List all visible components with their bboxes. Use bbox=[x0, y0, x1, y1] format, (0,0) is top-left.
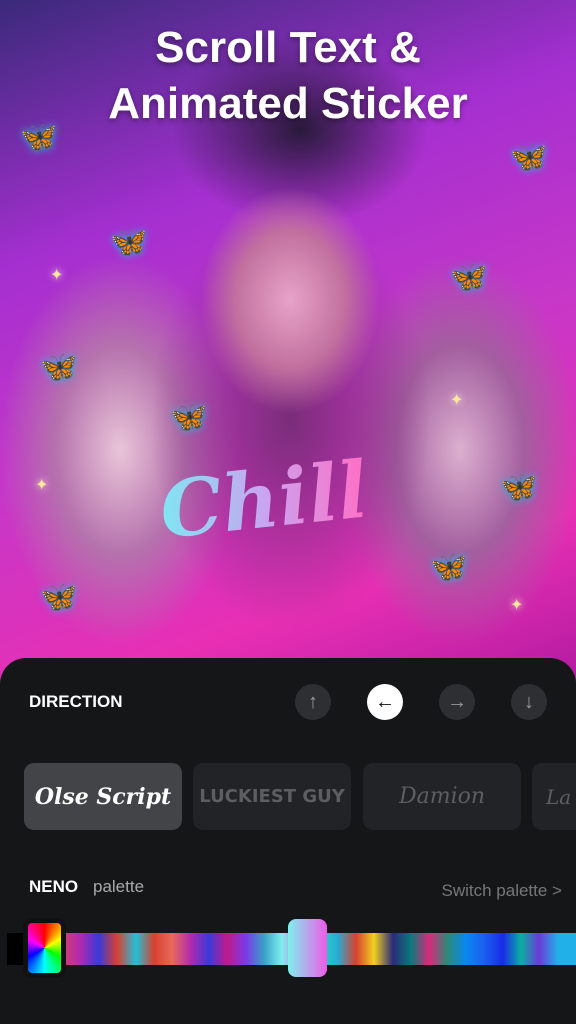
font-card-partial[interactable]: La bbox=[532, 763, 576, 830]
edit-panel: DIRECTION ↑ ← → ↓ Olse Script LUCKIEST G… bbox=[0, 658, 576, 1024]
color-swatch[interactable] bbox=[264, 933, 283, 965]
color-swatch[interactable] bbox=[117, 933, 136, 965]
color-swatch[interactable] bbox=[227, 933, 246, 965]
direction-left-button[interactable]: ← bbox=[367, 684, 403, 720]
butterfly-icon: 🦋 bbox=[510, 141, 548, 174]
sparkle-icon: ✦ bbox=[450, 392, 464, 409]
color-swatch[interactable] bbox=[539, 933, 558, 965]
butterfly-icon: 🦋 bbox=[170, 401, 208, 434]
color-slider-thumb[interactable] bbox=[288, 919, 327, 977]
sparkle-icon: ✦ bbox=[35, 477, 49, 494]
color-swatch[interactable] bbox=[355, 933, 375, 965]
font-card-luckiest-guy[interactable]: LUCKIEST GUY bbox=[193, 763, 351, 830]
color-swatch[interactable] bbox=[502, 933, 522, 965]
title-line: Animated Sticker bbox=[108, 79, 468, 128]
palette-name: NENO bbox=[29, 877, 79, 896]
butterfly-icon: 🦋 bbox=[450, 261, 488, 294]
butterfly-icon: 🦋 bbox=[430, 551, 468, 584]
sparkle-icon: ✦ bbox=[50, 267, 64, 284]
butterfly-icon: 🦋 bbox=[40, 351, 78, 384]
arrow-down-icon: ↓ bbox=[524, 690, 534, 713]
color-swatch[interactable] bbox=[484, 933, 503, 965]
promo-title: Scroll Text & Animated Sticker bbox=[0, 20, 576, 132]
promo-photo: 🦋 🦋 🦋 🦋 🦋 🦋 🦋 🦋 🦋 ✦ ✦ ✦ ✦ Scroll Text & … bbox=[0, 0, 576, 690]
color-swatch[interactable] bbox=[465, 933, 485, 965]
color-swatch[interactable] bbox=[521, 933, 540, 965]
arrow-left-icon: ← bbox=[375, 690, 395, 713]
color-swatch[interactable] bbox=[62, 933, 81, 965]
color-swatch[interactable] bbox=[208, 933, 228, 965]
butterfly-icon: 🦋 bbox=[110, 226, 148, 259]
direction-down-button[interactable]: ↓ bbox=[511, 684, 547, 720]
title-line: Scroll Text & bbox=[155, 23, 421, 72]
font-card-damion[interactable]: Damion bbox=[363, 763, 521, 830]
color-swatch[interactable] bbox=[557, 933, 576, 965]
color-swatch[interactable] bbox=[172, 933, 191, 965]
arrow-right-icon: → bbox=[447, 690, 467, 713]
color-swatch[interactable] bbox=[410, 933, 430, 965]
color-swatch[interactable] bbox=[337, 933, 356, 965]
chill-text-sticker[interactable]: Chill bbox=[156, 444, 372, 556]
color-swatch[interactable] bbox=[392, 933, 411, 965]
color-swatch[interactable] bbox=[429, 933, 448, 965]
color-swatch[interactable] bbox=[80, 933, 99, 965]
direction-up-button[interactable]: ↑ bbox=[295, 684, 331, 720]
arrow-up-icon: ↑ bbox=[308, 690, 318, 713]
direction-right-button[interactable]: → bbox=[439, 684, 475, 720]
sparkle-icon: ✦ bbox=[510, 597, 524, 614]
color-swatch[interactable] bbox=[447, 933, 466, 965]
color-swatch[interactable] bbox=[374, 933, 393, 965]
color-swatch[interactable] bbox=[135, 933, 154, 965]
palette-suffix: palette bbox=[93, 877, 145, 896]
color-swatch[interactable] bbox=[98, 933, 118, 965]
custom-color-picker[interactable] bbox=[28, 923, 61, 973]
switch-palette-link[interactable]: Switch palette > bbox=[442, 881, 563, 901]
font-card-olse-script[interactable]: Olse Script bbox=[24, 763, 182, 830]
color-swatch[interactable] bbox=[245, 933, 265, 965]
butterfly-icon: 🦋 bbox=[500, 471, 538, 504]
color-swatch[interactable] bbox=[190, 933, 209, 965]
color-swatch[interactable] bbox=[7, 933, 26, 965]
direction-label: DIRECTION bbox=[29, 692, 123, 711]
butterfly-icon: 🦋 bbox=[40, 581, 78, 614]
color-swatch[interactable] bbox=[153, 933, 173, 965]
